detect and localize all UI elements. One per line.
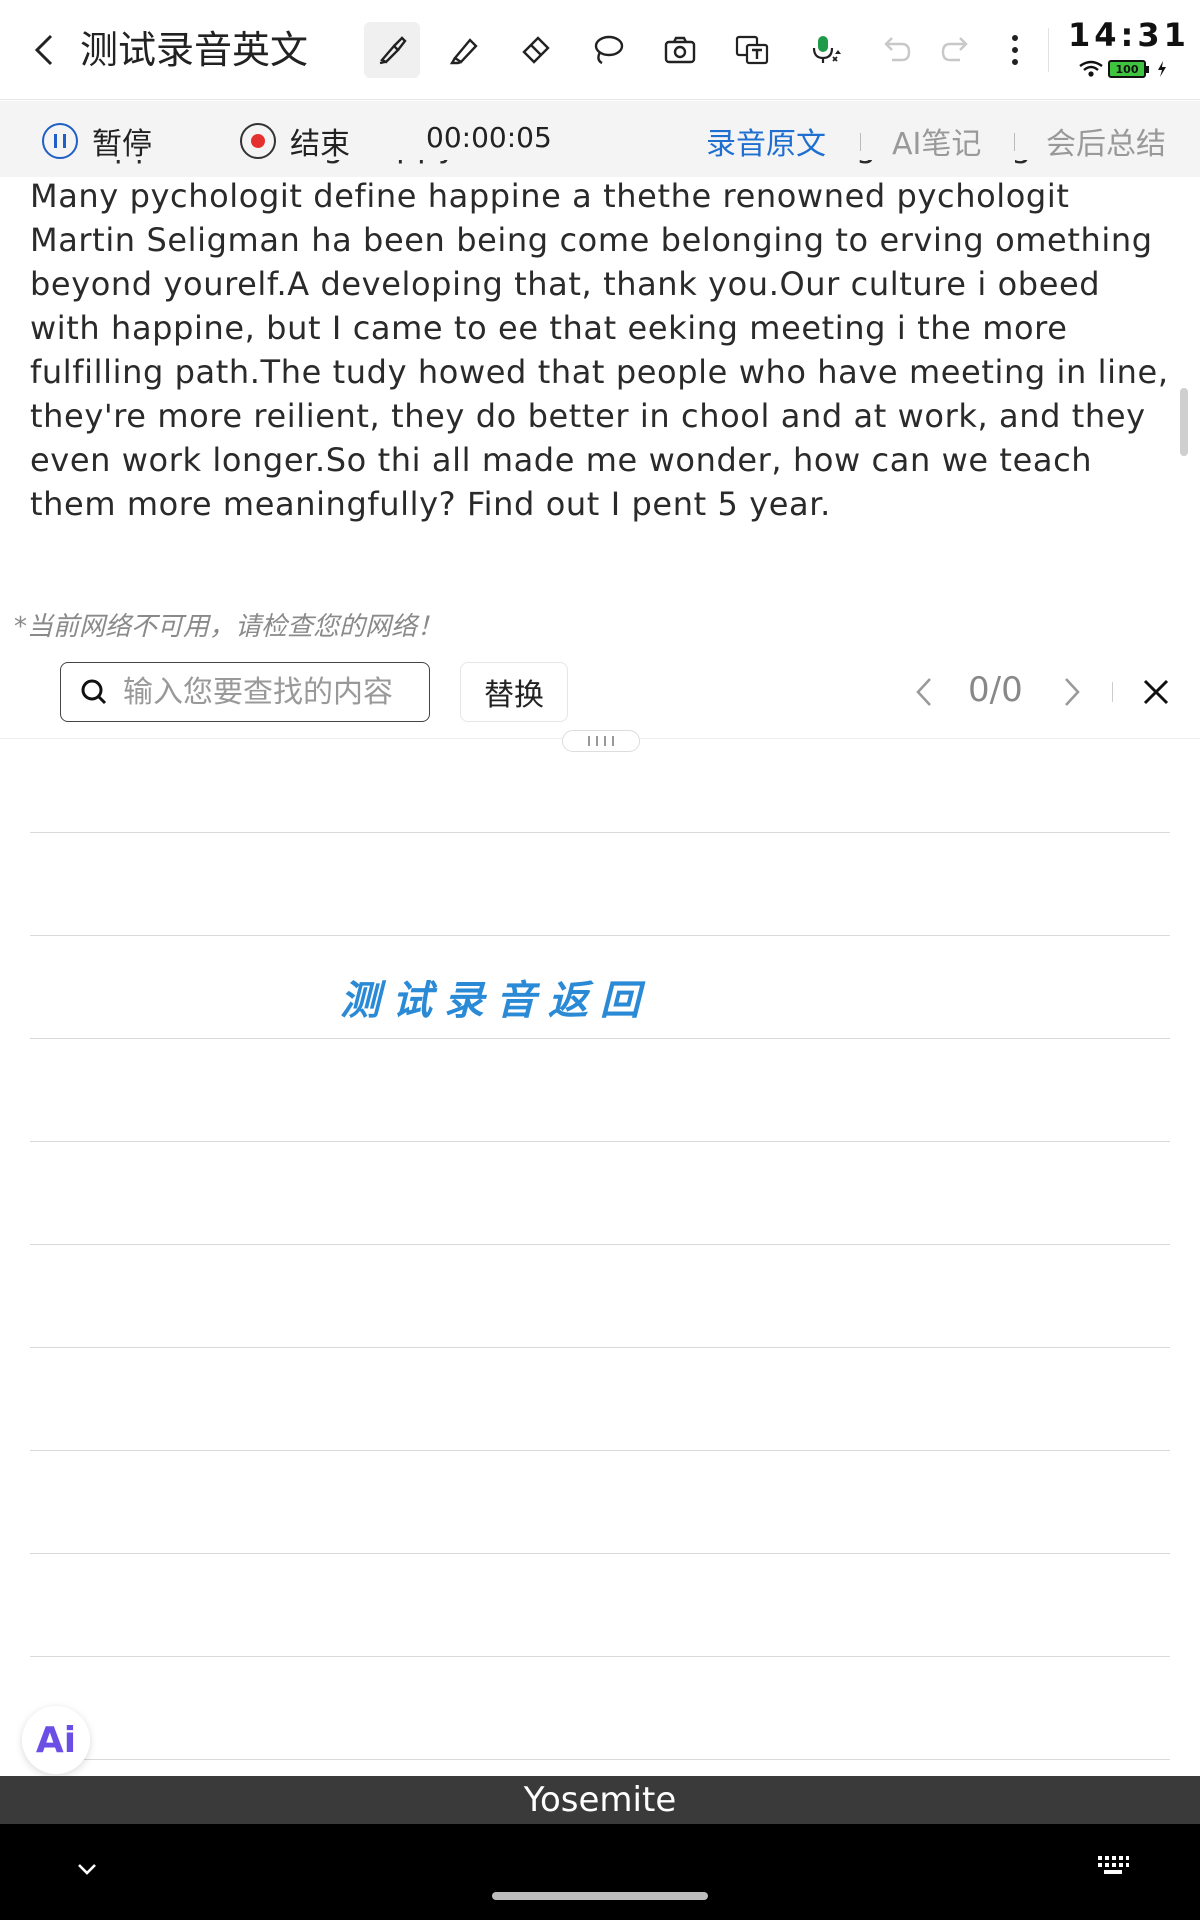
pause-label: 暂停 bbox=[92, 127, 152, 162]
more-icon bbox=[1012, 35, 1018, 65]
resize-handle[interactable] bbox=[562, 730, 640, 752]
ruled-line bbox=[30, 1038, 1170, 1039]
brush-tool-button[interactable] bbox=[364, 22, 420, 78]
brush-icon bbox=[379, 36, 407, 65]
search-divider bbox=[1112, 682, 1113, 702]
page-title: 测试录音英文 bbox=[80, 28, 309, 72]
chevron-right-icon bbox=[1065, 678, 1080, 706]
camera-tool-button[interactable] bbox=[652, 22, 708, 78]
hide-keyboard-button[interactable] bbox=[72, 1854, 102, 1884]
tab-transcript[interactable]: 录音原文 bbox=[706, 119, 826, 163]
top-bar: 测试录音英文 14:31 100 bbox=[0, 0, 1200, 100]
highlighter-tool-button[interactable] bbox=[436, 22, 492, 78]
ruled-line bbox=[30, 1141, 1170, 1142]
status-icons: 100 bbox=[1078, 60, 1168, 78]
translate-icon bbox=[735, 35, 769, 65]
match-counter: 0/0 bbox=[968, 670, 1023, 710]
charging-icon bbox=[1158, 61, 1166, 77]
previous-match-button[interactable] bbox=[904, 672, 944, 712]
keyboard-icon[interactable] bbox=[1096, 1854, 1130, 1876]
toolbar-divider bbox=[1048, 28, 1049, 72]
redo-button[interactable] bbox=[928, 22, 984, 78]
pause-icon bbox=[42, 123, 78, 159]
transcript-panel[interactable]: of happiness being happy is not the same… bbox=[30, 160, 1180, 580]
search-icon bbox=[81, 679, 107, 705]
close-icon bbox=[1143, 679, 1169, 705]
transcript-text: Many pychologit define happine a thethe … bbox=[30, 177, 1169, 523]
next-match-button[interactable] bbox=[1052, 672, 1092, 712]
redo-icon bbox=[941, 37, 968, 62]
chevron-left-icon bbox=[34, 34, 53, 66]
tab-separator bbox=[1014, 133, 1015, 151]
ruled-line bbox=[30, 1244, 1170, 1245]
lasso-icon bbox=[594, 35, 624, 65]
transcript-clipped-line: of happiness being happy is not the same… bbox=[30, 160, 1085, 168]
home-indicator[interactable] bbox=[492, 1892, 708, 1900]
status-clock: 14:31 bbox=[1068, 16, 1190, 54]
eraser-tool-button[interactable] bbox=[508, 22, 564, 78]
battery-indicator: 100 bbox=[1108, 60, 1149, 78]
ruled-line bbox=[30, 832, 1170, 833]
search-box[interactable] bbox=[60, 662, 430, 722]
ai-assistant-button[interactable]: Ai bbox=[22, 1706, 90, 1774]
stop-label: 结束 bbox=[290, 127, 350, 162]
keyboard-hint-bar: Yosemite bbox=[0, 1776, 1200, 1824]
camera-icon bbox=[664, 36, 696, 64]
mic-tool-button[interactable] bbox=[796, 22, 852, 78]
ruled-line bbox=[30, 1450, 1170, 1451]
ruled-line bbox=[30, 1553, 1170, 1554]
replace-button[interactable]: 替换 bbox=[460, 662, 568, 722]
wifi-icon bbox=[1079, 60, 1103, 77]
back-button[interactable] bbox=[24, 28, 64, 72]
lasso-tool-button[interactable] bbox=[580, 22, 636, 78]
undo-button[interactable] bbox=[868, 22, 924, 78]
ruled-line bbox=[30, 1759, 1170, 1760]
ruled-line bbox=[30, 935, 1170, 936]
chevron-down-icon bbox=[78, 1864, 96, 1875]
handwritten-note: 测试录音返回 bbox=[340, 977, 652, 1024]
chevron-left-icon bbox=[916, 678, 931, 706]
undo-icon bbox=[884, 37, 911, 62]
ruled-line bbox=[30, 1656, 1170, 1657]
close-search-button[interactable] bbox=[1136, 670, 1176, 714]
network-warning: *当前网络不可用，请检查您的网络！ bbox=[14, 612, 444, 642]
stop-button[interactable]: 结束 bbox=[240, 119, 350, 163]
mic-icon bbox=[812, 36, 841, 63]
system-navigation-bar bbox=[0, 1824, 1200, 1920]
recording-timer: 00:00:05 bbox=[426, 121, 552, 154]
more-menu-button[interactable] bbox=[1000, 22, 1030, 78]
highlighter-icon bbox=[449, 38, 478, 65]
eraser-icon bbox=[522, 36, 550, 64]
search-input[interactable] bbox=[123, 674, 413, 710]
tab-separator bbox=[860, 133, 861, 151]
search-bar: 替换 0/0 bbox=[0, 650, 1200, 734]
tab-ai-notes[interactable]: AI笔记 bbox=[892, 119, 981, 163]
pause-button[interactable]: 暂停 bbox=[42, 119, 152, 163]
transcript-scrollbar[interactable] bbox=[1180, 388, 1188, 456]
ruled-line bbox=[30, 1347, 1170, 1348]
stop-icon bbox=[240, 123, 276, 159]
translate-tool-button[interactable] bbox=[724, 22, 780, 78]
tab-summary[interactable]: 会后总结 bbox=[1046, 119, 1166, 163]
